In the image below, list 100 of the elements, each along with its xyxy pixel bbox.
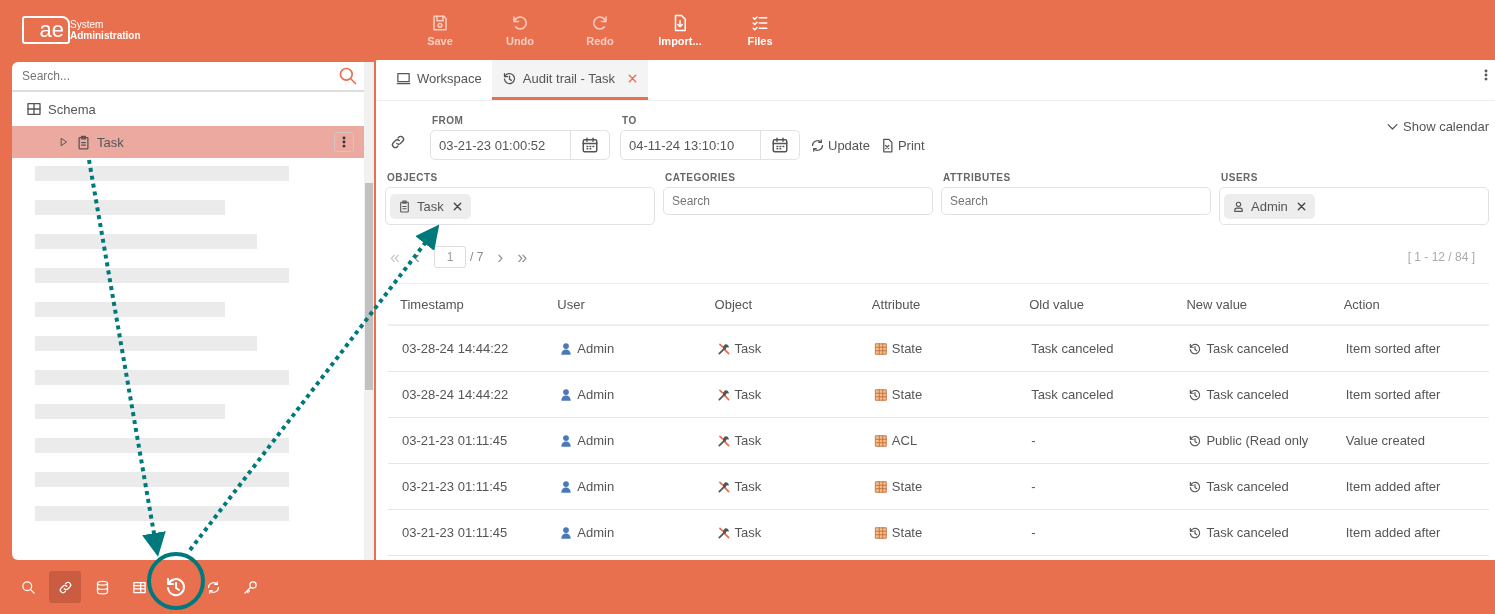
field-label: ATTRIBUTES (942, 172, 1012, 183)
column-header[interactable]: Object (702, 296, 860, 312)
table-cell-text: 03-21-23 01:11:45 (401, 433, 509, 448)
search-icon (338, 66, 358, 86)
caret-right-icon (58, 136, 70, 148)
more-button[interactable] (334, 132, 354, 152)
table-cell: Task (702, 433, 860, 448)
table-cell: State (859, 387, 1018, 402)
table-cell: Task canceled (1174, 341, 1332, 356)
filter-field[interactable]: Task (385, 187, 655, 225)
calendar-icon (771, 136, 789, 154)
checklist-icon (751, 13, 769, 32)
table-cell-text: Item sorted after (1344, 387, 1442, 402)
filter-field[interactable]: Search (663, 187, 933, 215)
table-cell: State (859, 479, 1018, 494)
history-icon (1188, 387, 1203, 402)
filter-field[interactable]: Admin (1219, 187, 1489, 225)
date-field[interactable]: 03-21-23 01:00:52 (430, 130, 610, 160)
history-icon (1188, 525, 1203, 540)
close-icon (451, 200, 463, 212)
table-cell: State (859, 525, 1018, 540)
link-icon (57, 579, 73, 595)
grid-icon (873, 387, 888, 402)
close-icon (1295, 200, 1307, 212)
database-icon (94, 579, 110, 595)
table-cell-text: 03-21-23 01:11:45 (401, 525, 509, 540)
tab[interactable]: Audit trail - Task (491, 60, 649, 100)
field-label: USERS (1220, 172, 1259, 183)
history-icon (1188, 479, 1203, 494)
tools-icon (716, 433, 731, 448)
scrollbar[interactable] (364, 62, 374, 560)
tree-item-label: Task (97, 134, 124, 150)
table-cell-text: 03-21-23 01:11:45 (401, 479, 509, 494)
table-cell-text: - (1030, 525, 1037, 540)
clipboard-icon (398, 199, 411, 213)
filter-chip[interactable]: Admin (1224, 193, 1315, 219)
column-header[interactable]: Timestamp (388, 296, 546, 312)
tools-icon (716, 341, 731, 356)
table-icon (131, 579, 147, 595)
highlight-circle (147, 552, 205, 610)
column-header[interactable]: User (545, 296, 703, 312)
table-cell-text: Item added after (1344, 479, 1442, 494)
tools-icon (716, 525, 731, 540)
table-cell: ACL (859, 433, 1018, 448)
table-cell-text: Item added after (1344, 525, 1442, 540)
field-label: CATEGORIES (664, 172, 737, 183)
grid-icon (873, 525, 888, 540)
search-icon (20, 579, 36, 595)
filter-chip[interactable]: Task (390, 193, 471, 219)
table-cell: State (859, 341, 1018, 356)
link-icon (390, 134, 406, 150)
tree-item[interactable]: Task (12, 126, 364, 158)
column-header[interactable]: Old value (1017, 296, 1175, 312)
date-field[interactable]: 04-11-24 13:10:10 (620, 130, 800, 160)
field-label: OBJECTS (386, 172, 439, 183)
logo-text: System (70, 19, 104, 30)
table-cell-text: 03-28-24 14:44:22 (401, 387, 510, 402)
history-icon (164, 575, 188, 599)
grid-icon (873, 479, 888, 494)
table-cell: Task (702, 525, 860, 540)
tab-label: Workspace (417, 71, 482, 86)
column-header[interactable]: Action (1331, 296, 1489, 312)
undo-icon (511, 13, 529, 32)
clipboard-icon (76, 134, 91, 150)
column-header[interactable]: New value (1174, 296, 1332, 312)
user-icon (559, 479, 574, 494)
redo-icon (591, 13, 609, 32)
refresh-icon (810, 137, 825, 153)
action-button[interactable]: Update (810, 130, 870, 160)
action-button[interactable]: Print (879, 130, 925, 160)
refresh-icon (205, 579, 221, 595)
table-cell-text: Item sorted after (1344, 341, 1442, 356)
field-label: FROM (431, 115, 465, 126)
table-cell: Task canceled (1174, 387, 1332, 402)
tools-icon (716, 479, 731, 494)
grid-icon (26, 101, 42, 117)
table-cell: Public (Read only (1174, 433, 1332, 448)
show-calendar-button[interactable]: Show calendar (1385, 119, 1489, 134)
key-icon (242, 579, 258, 595)
table-cell-text: Value created (1344, 433, 1426, 448)
table-cell: Admin (545, 341, 703, 356)
table-cell-text: - (1030, 479, 1037, 494)
table-cell: Task canceled (1174, 479, 1332, 494)
table-cell-text: 03-28-24 14:44:22 (401, 341, 510, 356)
monitor-icon (396, 71, 411, 86)
logo-text: Administration (70, 30, 141, 41)
tab-label: Audit trail - Task (522, 71, 616, 86)
tree-item[interactable]: Schema (12, 92, 364, 126)
column-header[interactable]: Attribute (859, 296, 1018, 312)
tools-icon (716, 387, 731, 402)
toolbar-button[interactable] (49, 571, 81, 603)
table-cell-text: - (1030, 433, 1037, 448)
table-cell: Task (702, 387, 860, 402)
filter-field[interactable]: Search (941, 187, 1211, 215)
history-icon (1188, 341, 1203, 356)
tree-item-label: Schema (48, 101, 96, 117)
user-icon (559, 525, 574, 540)
tab[interactable]: Workspace (386, 60, 492, 100)
table-cell: Admin (545, 525, 703, 540)
close-icon (627, 73, 639, 84)
